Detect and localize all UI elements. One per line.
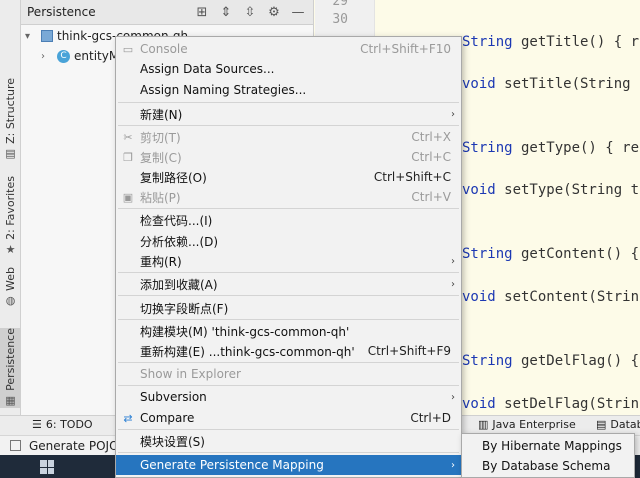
gear-icon[interactable]: ⚙: [265, 3, 283, 21]
chevron-right-icon: ›: [451, 391, 455, 403]
generate-persistence-submenu: By Hibernate Mappings By Database Schema: [461, 433, 635, 478]
menu-separator: [118, 125, 459, 126]
chevron-right-icon: ›: [451, 278, 455, 290]
copy-icon: ❐: [123, 150, 133, 164]
code-line: void setDelFlag(Strin: [462, 396, 640, 412]
favorites-tab-label: 2: Favorites: [4, 176, 17, 240]
menu-item-inspect-code[interactable]: 检查代码...(I): [116, 210, 461, 230]
menu-separator: [118, 429, 459, 430]
entity-icon: C: [57, 49, 70, 63]
persistence-icon: ▦: [5, 393, 16, 407]
menu-item-build-module[interactable]: 构建模块(M) 'think-gcs-common-qh': [116, 321, 461, 341]
chevron-down-icon[interactable]: ▾: [25, 31, 37, 42]
globe-icon: ◍: [5, 293, 16, 307]
java-enterprise-label: Java Enterprise: [492, 418, 576, 431]
menu-item-new[interactable]: 新建(N) ›: [116, 104, 461, 124]
code-line: String getDelFlag() {: [462, 353, 640, 369]
collapse-all-icon[interactable]: ⇳: [241, 3, 259, 21]
cut-icon: ✂: [123, 130, 133, 144]
windows-start-icon[interactable]: [40, 460, 54, 474]
code-line: void setType(String t: [462, 182, 640, 198]
chevron-right-icon: ›: [451, 459, 455, 471]
database-tab[interactable]: ▤ Datab: [596, 418, 640, 431]
left-tool-strip: Z: Structure ▤ 2: Favorites ★ Web ◍ Pers…: [0, 0, 21, 415]
persistence-header: Persistence ⊞ ⇕ ⇳ ⚙ —: [21, 0, 313, 25]
menu-item-toggle-field-breakpoint[interactable]: 切换字段断点(F): [116, 298, 461, 318]
menu-item-add-to-favorites[interactable]: 添加到收藏(A) ›: [116, 274, 461, 294]
line-number: 29: [332, 0, 348, 9]
menu-separator: [118, 208, 459, 209]
structure-tab[interactable]: Z: Structure ▤: [0, 78, 21, 160]
todo-icon: ☰: [32, 418, 42, 431]
chevron-right-icon[interactable]: ›: [41, 51, 53, 62]
console-icon: ▭: [122, 42, 134, 56]
menu-item-assign-naming-strategies[interactable]: Assign Naming Strategies...: [116, 80, 461, 100]
minimize-icon[interactable]: —: [289, 3, 307, 21]
menu-separator: [118, 102, 459, 103]
menu-item-paste[interactable]: ▣ 粘贴(P) Ctrl+V: [116, 187, 461, 207]
menu-item-rebuild-module[interactable]: 重新构建(E) ...think-gcs-common-qh' Ctrl+Shi…: [116, 341, 461, 361]
database-label: Datab: [610, 418, 640, 431]
menu-item-show-in-explorer[interactable]: Show in Explorer: [116, 364, 461, 384]
submenu-item-by-hibernate-mappings[interactable]: By Hibernate Mappings: [462, 436, 634, 456]
menu-item-assign-data-sources[interactable]: Assign Data Sources...: [116, 59, 461, 79]
menu-item-console[interactable]: ▭ Console Ctrl+Shift+F10: [116, 39, 461, 59]
menu-separator: [118, 385, 459, 386]
todo-tab[interactable]: ☰ 6: TODO: [32, 418, 93, 431]
structure-icon: ▤: [5, 146, 16, 160]
line-number: 30: [332, 12, 348, 27]
menu-item-compare[interactable]: ⇄ Compare Ctrl+D: [116, 408, 461, 428]
module-icon: [41, 30, 53, 42]
tree-node-entity[interactable]: › C entityM: [41, 46, 119, 66]
chevron-right-icon: ›: [451, 255, 455, 267]
menu-separator: [118, 272, 459, 273]
menu-item-module-settings[interactable]: 模块设置(S): [116, 431, 461, 451]
submenu-item-by-database-schema[interactable]: By Database Schema: [462, 456, 634, 476]
chevron-right-icon: ›: [451, 108, 455, 120]
status-text: Generate POJO: [29, 438, 119, 453]
code-line: void setContent(Strin: [462, 289, 640, 305]
menu-item-subversion[interactable]: Subversion ›: [116, 387, 461, 407]
persistence-tab[interactable]: Persistence ▦: [0, 328, 21, 408]
todo-label: 6: TODO: [45, 418, 93, 431]
database-icon: ▤: [596, 418, 607, 431]
menu-item-analyze-dependencies[interactable]: 分析依赖...(D): [116, 231, 461, 251]
menu-separator: [118, 452, 459, 453]
menu-item-cut[interactable]: ✂ 剪切(T) Ctrl+X: [116, 127, 461, 147]
compare-icon: ⇄: [123, 411, 133, 425]
menu-separator: [118, 319, 459, 320]
web-tab[interactable]: Web ◍: [0, 267, 21, 313]
context-menu: ▭ Console Ctrl+Shift+F10 Assign Data Sou…: [115, 36, 462, 478]
status-checkbox-icon: [10, 440, 21, 451]
menu-item-generate-persistence-mapping[interactable]: Generate Persistence Mapping ›: [116, 455, 461, 475]
menu-separator: [118, 295, 459, 296]
java-enterprise-tab[interactable]: ▥ Java Enterprise: [478, 418, 576, 431]
structure-tab-label: Z: Structure: [4, 78, 17, 144]
menu-item-copy-path[interactable]: 复制路径(O) Ctrl+Shift+C: [116, 167, 461, 187]
code-line: String getContent() {: [462, 246, 640, 262]
code-line: String getType() { re: [462, 140, 640, 156]
code-line: void setTitle(String: [462, 76, 631, 92]
tree-node-entity-label: entityM: [74, 49, 120, 63]
paste-icon: ▣: [122, 190, 134, 204]
menu-separator: [118, 362, 459, 363]
favorites-tab[interactable]: 2: Favorites ★: [0, 176, 21, 256]
diagram-icon[interactable]: ⊞: [193, 3, 211, 21]
panel-toolbar: ⊞ ⇕ ⇳ ⚙ —: [193, 3, 307, 21]
web-tab-label: Web: [4, 267, 17, 291]
code-line: String getTitle() { r: [462, 34, 640, 50]
java-enterprise-icon: ▥: [478, 418, 489, 431]
menu-item-refactor[interactable]: 重构(R) ›: [116, 251, 461, 271]
persistence-tab-label: Persistence: [4, 328, 17, 391]
panel-title: Persistence: [27, 5, 96, 19]
menu-item-copy[interactable]: ❐ 复制(C) Ctrl+C: [116, 147, 461, 167]
star-icon: ★: [5, 242, 16, 256]
expand-all-icon[interactable]: ⇕: [217, 3, 235, 21]
